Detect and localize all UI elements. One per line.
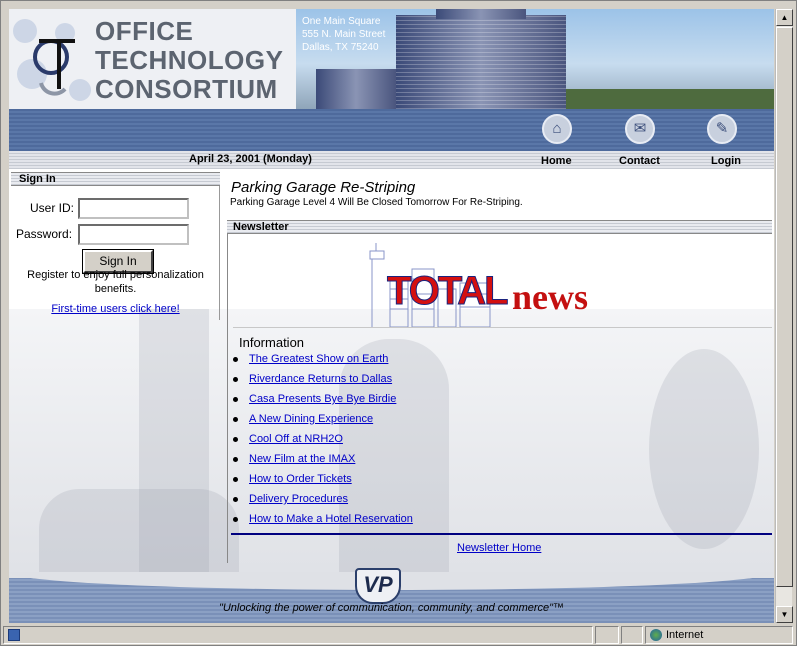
scroll-up-icon[interactable]: ▲ bbox=[776, 9, 793, 26]
bullet-icon bbox=[233, 397, 238, 402]
footer-tagline: "Unlocking the power of communication, c… bbox=[218, 602, 565, 614]
envelope-icon[interactable]: ✉ bbox=[625, 114, 655, 144]
bullet-icon bbox=[233, 377, 238, 382]
info-link[interactable]: How to Order Tickets bbox=[249, 473, 352, 485]
status-cell bbox=[595, 626, 619, 644]
info-link[interactable]: New Film at the IMAX bbox=[249, 453, 355, 465]
user-id-label: User ID: bbox=[30, 201, 75, 215]
nav-band: ⌂ ✉ ✎ bbox=[9, 109, 774, 151]
user-id-input[interactable] bbox=[78, 198, 189, 219]
site-logo[interactable]: OFFICE TECHNOLOGY CONSORTIUM bbox=[9, 9, 296, 109]
bullet-icon bbox=[233, 497, 238, 502]
sign-in-panel: Sign In User ID: Password: Sign In Regis… bbox=[11, 172, 220, 320]
password-label: Password: bbox=[16, 227, 73, 241]
ghost-tree bbox=[649, 349, 759, 549]
banner-divider bbox=[233, 327, 772, 328]
security-zone: Internet bbox=[645, 626, 793, 644]
building-windows bbox=[396, 15, 566, 109]
banner-news-text: news bbox=[512, 277, 589, 317]
first-time-users-link[interactable]: First-time users click here! bbox=[51, 303, 179, 315]
page-icon bbox=[8, 629, 20, 642]
nav-home-link[interactable]: Home bbox=[541, 155, 572, 167]
bullet-icon bbox=[233, 437, 238, 442]
status-message bbox=[3, 626, 593, 644]
first-time-row: First-time users click here! bbox=[11, 303, 220, 315]
browser-window: OFFICE TECHNOLOGY CONSORTIUM One Main Sq… bbox=[0, 0, 797, 646]
info-link[interactable]: How to Make a Hotel Reservation bbox=[249, 513, 413, 525]
logo-line: CONSORTIUM bbox=[95, 74, 278, 104]
status-cell bbox=[621, 626, 643, 644]
info-link[interactable]: Casa Presents Bye Bye Birdie bbox=[249, 393, 396, 405]
newsletter-title: Newsletter bbox=[227, 220, 772, 234]
building-shape bbox=[436, 9, 526, 19]
information-heading: Information bbox=[239, 335, 305, 350]
bullet-icon bbox=[233, 417, 238, 422]
list-item: New Film at the IMAX bbox=[231, 449, 413, 469]
info-link[interactable]: Delivery Procedures bbox=[249, 493, 348, 505]
vp-emblem-logo: VP bbox=[355, 568, 401, 604]
nav-contact-link[interactable]: Contact bbox=[619, 155, 660, 167]
banner-total-text: TOTAL bbox=[387, 269, 510, 314]
headline-summary: Parking Garage Level 4 Will Be Closed To… bbox=[230, 197, 523, 208]
building-shape bbox=[316, 69, 396, 109]
scroll-down-icon[interactable]: ▼ bbox=[776, 606, 793, 623]
list-item: How to Order Tickets bbox=[231, 469, 413, 489]
list-item: The Greatest Show on Earth bbox=[231, 349, 413, 369]
info-link[interactable]: Riverdance Returns to Dallas bbox=[249, 373, 392, 385]
date-bar: April 23, 2001 (Monday) Home Contact Log… bbox=[9, 151, 774, 169]
sign-in-title: Sign In bbox=[11, 172, 220, 186]
current-date: April 23, 2001 (Monday) bbox=[189, 153, 312, 165]
list-item: Cool Off at NRH2O bbox=[231, 429, 413, 449]
globe-icon bbox=[650, 629, 662, 642]
page-content: OFFICE TECHNOLOGY CONSORTIUM One Main Sq… bbox=[9, 9, 774, 623]
logo-wordmark: OFFICE TECHNOLOGY CONSORTIUM bbox=[95, 17, 283, 104]
status-bar: Internet bbox=[3, 625, 794, 645]
trees-shape bbox=[566, 89, 774, 109]
register-note: Register to enjoy full personalization b… bbox=[27, 269, 204, 295]
logo-line: TECHNOLOGY bbox=[95, 45, 284, 75]
header-building-photo: One Main Square 555 N. Main Street Dalla… bbox=[296, 9, 774, 109]
site-header: OFFICE TECHNOLOGY CONSORTIUM One Main Sq… bbox=[9, 9, 774, 109]
address-line: One Main Square bbox=[302, 16, 381, 27]
info-link[interactable]: The Greatest Show on Earth bbox=[249, 353, 388, 365]
bullet-icon bbox=[233, 477, 238, 482]
list-item: Riverdance Returns to Dallas bbox=[231, 369, 413, 389]
password-input[interactable] bbox=[78, 224, 189, 245]
bullet-icon bbox=[233, 357, 238, 362]
list-item: Casa Presents Bye Bye Birdie bbox=[231, 389, 413, 409]
site-footer: VP "Unlocking the power of communication… bbox=[9, 568, 774, 623]
pen-icon[interactable]: ✎ bbox=[707, 114, 737, 144]
house-icon[interactable]: ⌂ bbox=[542, 114, 572, 144]
info-link[interactable]: Cool Off at NRH2O bbox=[249, 433, 343, 445]
address-line: 555 N. Main Street bbox=[302, 29, 386, 40]
scroll-thumb[interactable] bbox=[776, 27, 793, 587]
address-block: One Main Square 555 N. Main Street Dalla… bbox=[302, 15, 385, 54]
address-line: Dallas, TX 75240 bbox=[302, 42, 379, 53]
otc-monogram-icon bbox=[33, 39, 75, 96]
logo-line: OFFICE bbox=[95, 16, 194, 46]
headline-title: Parking Garage Re-Striping bbox=[231, 179, 416, 196]
zone-label: Internet bbox=[666, 629, 704, 641]
bullet-icon bbox=[233, 457, 238, 462]
newsletter-home-link[interactable]: Newsletter Home bbox=[457, 542, 541, 554]
ghost-building bbox=[39, 489, 239, 584]
list-item: How to Make a Hotel Reservation bbox=[231, 509, 413, 529]
bullet-icon bbox=[233, 517, 238, 522]
info-link[interactable]: A New Dining Experience bbox=[249, 413, 373, 425]
information-links: The Greatest Show on Earth Riverdance Re… bbox=[231, 349, 413, 529]
column-divider bbox=[227, 220, 228, 563]
vertical-scrollbar[interactable]: ▲ ▼ bbox=[775, 9, 793, 623]
list-item: Delivery Procedures bbox=[231, 489, 413, 509]
list-item: A New Dining Experience bbox=[231, 409, 413, 429]
totalnews-banner[interactable]: TOTAL news bbox=[362, 239, 622, 329]
newsletter-divider bbox=[231, 533, 772, 535]
nav-login-link[interactable]: Login bbox=[711, 155, 741, 167]
